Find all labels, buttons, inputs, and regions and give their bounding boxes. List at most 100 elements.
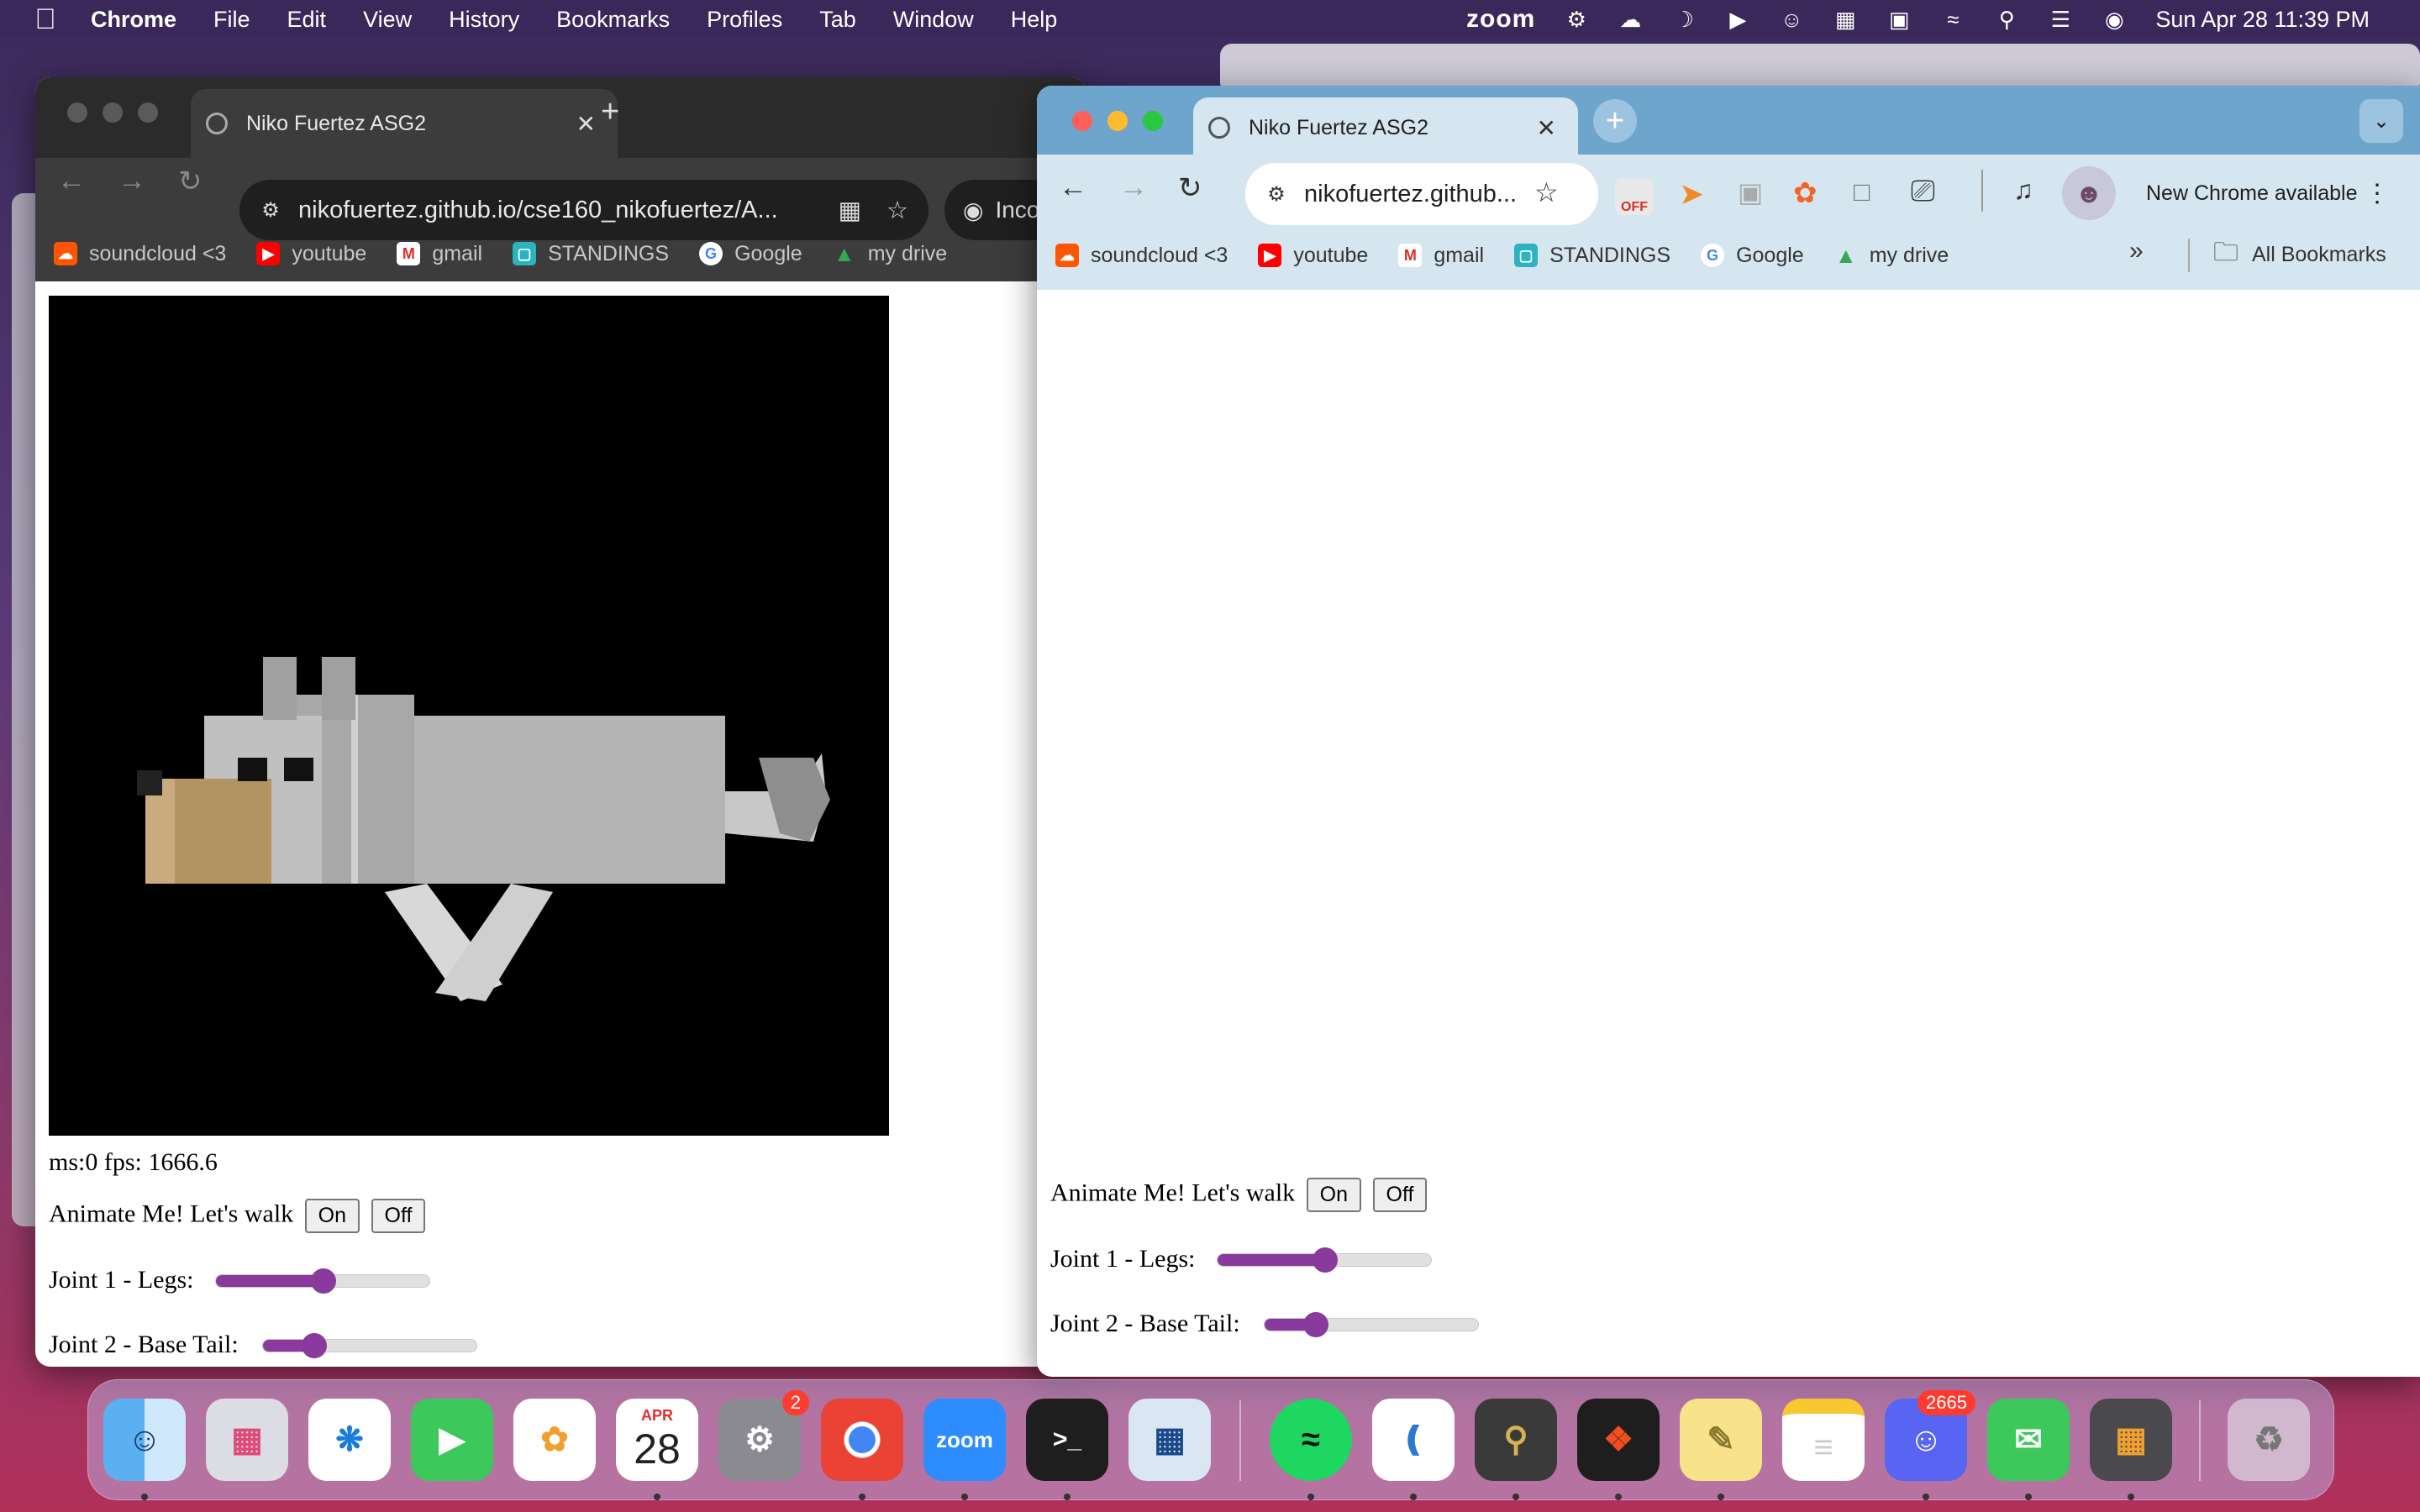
- animate-off-button[interactable]: Off: [1372, 1178, 1428, 1212]
- animate-label: Animate Me! Let's walk: [1050, 1179, 1296, 1207]
- keychain-access-icon[interactable]: ⚲: [1475, 1399, 1557, 1481]
- webgl-canvas[interactable]: [49, 296, 889, 1136]
- slider-fill: [1218, 1254, 1324, 1266]
- wolf-model: [137, 657, 830, 1001]
- stickies-icon[interactable]: ✎: [1680, 1399, 1762, 1481]
- menu-help[interactable]: Help: [1011, 7, 1058, 33]
- virtualbox-icon[interactable]: ▦: [1128, 1399, 1211, 1481]
- menu-window[interactable]: Window: [893, 7, 974, 33]
- joint1-legs-slider[interactable]: [1217, 1247, 1432, 1273]
- display-icon[interactable]: ▦: [1833, 7, 1858, 32]
- joint2-tail-slider[interactable]: [1264, 1312, 1479, 1337]
- joint2-label: Joint 2 - Base Tail:: [49, 1331, 239, 1358]
- animate-on-button[interactable]: On: [304, 1199, 360, 1233]
- calendar-month: APR: [640, 1406, 673, 1424]
- discord-icon[interactable]: ☺ 2665: [1885, 1390, 1975, 1481]
- user-icon[interactable]: ☺: [1779, 7, 1804, 32]
- running-indicator: [859, 1494, 865, 1500]
- joint1-label: Joint 1 - Legs:: [1050, 1245, 1196, 1273]
- wolf-eye-right: [284, 758, 313, 781]
- dock-divider: [2199, 1400, 2201, 1481]
- running-indicator: [1512, 1494, 1519, 1500]
- battery-icon[interactable]: ▣: [1886, 7, 1912, 32]
- chrome-icon[interactable]: [821, 1399, 903, 1481]
- page-content: ms:0 fps: 1666.6 Animate Me! Let's walk …: [35, 77, 1086, 1367]
- menu-edit[interactable]: Edit: [287, 7, 327, 33]
- terminal-icon[interactable]: >_: [1026, 1399, 1108, 1481]
- zoom-app-label: zoom: [936, 1426, 993, 1452]
- running-indicator: [1064, 1494, 1071, 1500]
- slider-fill: [216, 1275, 323, 1287]
- slider-thumb[interactable]: [302, 1333, 328, 1358]
- running-indicator: [2025, 1494, 2032, 1500]
- calculator-icon[interactable]: ▦: [2090, 1399, 2172, 1481]
- animate-label: Animate Me! Let's walk: [49, 1200, 294, 1228]
- settings-badge: 2: [781, 1390, 809, 1415]
- joint1-label: Joint 1 - Legs:: [49, 1266, 194, 1294]
- joint2-tail-slider[interactable]: [262, 1333, 477, 1358]
- safari-icon[interactable]: ❋: [308, 1399, 391, 1481]
- slider-thumb[interactable]: [311, 1268, 336, 1294]
- control-center-icon[interactable]: ☰: [2048, 7, 2073, 32]
- facetime-icon[interactable]: ▶: [411, 1399, 493, 1481]
- search-icon[interactable]: ⚲: [1994, 7, 2019, 32]
- running-indicator: [961, 1494, 968, 1500]
- dock: ☺ ▦ ❋ ▶ ✿ APR 28 ⚙ 2 zoom >_ ▦ ≈ ❪ ⚲ ❖ ✎ …: [87, 1379, 2334, 1500]
- system-settings-icon[interactable]: ⚙ 2: [718, 1390, 809, 1481]
- slider-thumb[interactable]: [1303, 1312, 1329, 1337]
- wifi-icon[interactable]: ≈: [1940, 7, 1965, 32]
- running-indicator: [2128, 1494, 2134, 1500]
- menu-profiles[interactable]: Profiles: [707, 7, 782, 33]
- menu-view[interactable]: View: [363, 7, 412, 33]
- menu-app-name[interactable]: Chrome: [91, 7, 176, 33]
- joint2-label: Joint 2 - Base Tail:: [1050, 1310, 1240, 1337]
- wolf-body: [372, 716, 725, 884]
- notes-icon[interactable]: ≡: [1782, 1399, 1865, 1481]
- fps-readout: ms:0 fps: 1666.6: [49, 1148, 218, 1176]
- menu-bookmarks[interactable]: Bookmarks: [556, 7, 670, 33]
- spotify-icon[interactable]: ≈: [1270, 1399, 1352, 1481]
- finder-icon[interactable]: ☺: [103, 1399, 186, 1481]
- running-indicator: [1410, 1494, 1417, 1500]
- menu-tab[interactable]: Tab: [819, 7, 856, 33]
- photos-icon[interactable]: ✿: [513, 1399, 596, 1481]
- zoom-status-item[interactable]: zoom: [1466, 5, 1535, 34]
- wolf-nose: [137, 770, 162, 795]
- wolf-collar: [351, 695, 358, 884]
- focus-moon-icon[interactable]: ☽: [1671, 7, 1697, 32]
- extension-status-icon[interactable]: ⚙: [1564, 7, 1589, 32]
- wolf-ear-left: [263, 657, 297, 720]
- dock-divider: [1239, 1400, 1241, 1481]
- animate-row: Animate Me! Let's walk On Off: [1050, 1178, 1428, 1212]
- vscode-icon[interactable]: ❪: [1372, 1399, 1455, 1481]
- menu-history[interactable]: History: [449, 7, 519, 33]
- slider-thumb[interactable]: [1313, 1247, 1338, 1273]
- running-indicator: [1615, 1494, 1622, 1500]
- launchpad-icon[interactable]: ▦: [206, 1399, 288, 1481]
- zoom-app-icon[interactable]: zoom: [923, 1399, 1006, 1481]
- running-indicator: [654, 1494, 660, 1500]
- joint1-legs-slider[interactable]: [215, 1268, 430, 1294]
- messages-icon[interactable]: ✉: [1987, 1399, 2070, 1481]
- siri-icon[interactable]: ◉: [2102, 7, 2127, 32]
- creative-cloud-icon[interactable]: ☁: [1618, 7, 1643, 32]
- play-icon[interactable]: ▶: [1725, 7, 1750, 32]
- running-indicator: [141, 1494, 148, 1500]
- menu-file[interactable]: File: [213, 7, 250, 33]
- calendar-icon[interactable]: APR 28: [616, 1399, 698, 1481]
- figma-icon[interactable]: ❖: [1577, 1399, 1660, 1481]
- animate-row: Animate Me! Let's walk On Off: [49, 1199, 426, 1233]
- trash-icon[interactable]: ♻: [2228, 1399, 2310, 1481]
- wolf-ear-right: [322, 657, 355, 720]
- browser-window-left: Niko Fuertez ASG2 ✕ + ← → ↻ ⚙ nikofuerte…: [35, 77, 1086, 1367]
- wolf-eye-left: [238, 758, 267, 781]
- running-indicator: [1307, 1494, 1314, 1500]
- menu-clock[interactable]: Sun Apr 28 11:39 PM: [2155, 7, 2370, 33]
- discord-badge: 2665: [1918, 1390, 1975, 1415]
- animate-on-button[interactable]: On: [1306, 1178, 1362, 1212]
- running-indicator: [1923, 1494, 1929, 1500]
- menu-bar:  Chrome File Edit View History Bookmark…: [0, 0, 2420, 39]
- animate-off-button[interactable]: Off: [371, 1199, 426, 1233]
- running-indicator: [1718, 1494, 1724, 1500]
- apple-icon[interactable]: : [32, 3, 59, 35]
